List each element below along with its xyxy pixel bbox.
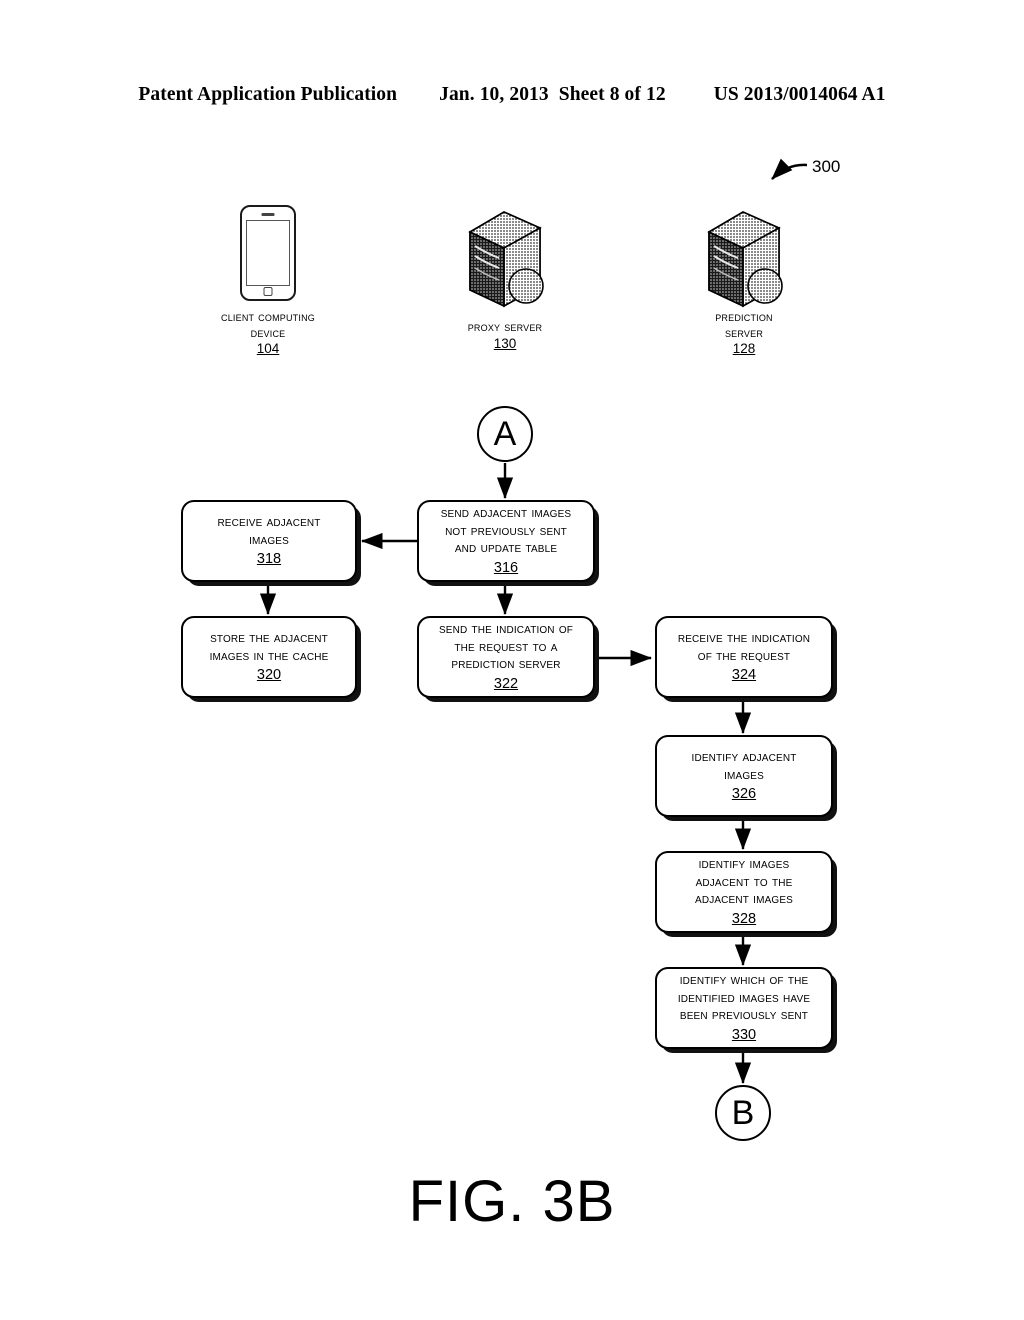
process-box-316: Send Adjacent Images not Previously Sent…: [417, 500, 595, 582]
process-box-330-text: Identify which of the Identified Images …: [678, 972, 810, 1025]
smartphone-screen: [246, 220, 290, 286]
figure-title: FIG. 3B: [408, 1169, 616, 1234]
node-label-line: Prediction: [715, 309, 773, 324]
process-box-318-text: Receive Adjacent Images: [217, 514, 320, 549]
process-text-line: of the Request: [697, 647, 791, 664]
process-box-328-number: 328: [731, 910, 757, 927]
process-box-320-text: Store the Adjacent Images in the Cache: [210, 630, 329, 665]
node-number-128: 128: [732, 341, 756, 356]
smartphone-home-button-icon: [263, 287, 273, 296]
process-text-line: Images: [249, 531, 289, 548]
process-box-330-number: 330: [731, 1026, 757, 1043]
process-box-326-number: 326: [731, 786, 757, 802]
process-box-320-number: 320: [256, 667, 282, 683]
process-box-316-number: 316: [493, 559, 519, 576]
process-box-322-text: Send the Indication of the Request to a …: [439, 621, 573, 674]
node-label-proxy-server: Proxy Server 130: [425, 319, 585, 351]
node-label-line: Client Computing: [221, 309, 315, 324]
process-box-324-text: Receive the Indication of the Request: [678, 630, 810, 665]
node-label-line: Proxy Server: [467, 319, 543, 334]
node-number-130: 130: [493, 335, 517, 351]
server-tower-icon-prediction-slot: [701, 205, 787, 301]
process-box-318: Receive Adjacent Images 318: [181, 500, 357, 582]
smartphone-icon: [240, 205, 296, 301]
connector-b-label: B: [731, 1094, 755, 1132]
process-box-330: Identify which of the Identified Images …: [655, 967, 833, 1049]
process-box-326: Identify Adjacent Images 326: [655, 735, 833, 817]
process-text-line: Adjacent to the: [695, 873, 793, 890]
node-number-104: 104: [256, 341, 280, 356]
process-box-326-text: Identify Adjacent Images: [692, 749, 797, 784]
process-box-324-number: 324: [731, 667, 757, 683]
process-box-322: Send the Indication of the Request to a …: [417, 616, 595, 698]
reference-leader-300: [771, 158, 808, 180]
process-box-324: Receive the Indication of the Request 32…: [655, 616, 833, 698]
process-text-line: Receive the Indication: [677, 630, 811, 646]
process-box-316-text: Send Adjacent Images not Previously Sent…: [441, 505, 572, 558]
process-text-line: Identify Images: [698, 856, 790, 873]
process-box-320: Store the Adjacent Images in the Cache 3…: [181, 616, 357, 698]
process-text-line: Send the Indication of: [438, 621, 574, 638]
process-text-line: Receive Adjacent: [217, 514, 321, 530]
node-label-line: Server: [724, 324, 764, 340]
process-text-line: and Update Table: [454, 540, 558, 557]
server-tower-icon-proxy-slot: [462, 205, 548, 301]
node-label-prediction-server: Prediction Server 128: [664, 309, 824, 357]
process-text-line: Identify Adjacent: [691, 749, 797, 765]
process-text-line: been Previously sent: [679, 1007, 809, 1024]
node-label-line: Device: [250, 324, 286, 340]
process-text-line: Images in the Cache: [209, 647, 329, 664]
process-text-line: Prediction Server: [451, 656, 561, 673]
process-text-line: Adjacent Images: [695, 891, 793, 908]
process-text-line: Identified Images have: [677, 989, 811, 1006]
connector-a-label: A: [493, 415, 517, 453]
process-box-322-number: 322: [493, 675, 519, 692]
process-text-line: Send Adjacent Images: [440, 505, 572, 522]
process-text-line: not Previously Sent: [445, 522, 567, 539]
process-text-line: Identify which of the: [679, 972, 809, 989]
node-prediction-server: Prediction Server 128: [664, 205, 824, 357]
process-box-328-text: Identify Images Adjacent to the Adjacent…: [695, 856, 793, 909]
smartphone-speaker-icon: [261, 213, 275, 216]
process-text-line: Images: [724, 766, 764, 783]
connector-b: B: [715, 1085, 771, 1141]
process-box-318-number: 318: [256, 551, 282, 567]
process-text-line: Store the Adjacent: [210, 630, 328, 646]
process-box-328: Identify Images Adjacent to the Adjacent…: [655, 851, 833, 933]
figure-3b: 300 Client Computing Device 104 Proxy Se…: [0, 0, 1024, 1320]
process-text-line: the Request to a: [454, 638, 558, 655]
connector-a: A: [477, 406, 533, 462]
node-proxy-server: Proxy Server 130: [425, 205, 585, 351]
node-client-computing-device: Client Computing Device 104: [188, 205, 348, 357]
reference-numeral-300: 300: [812, 157, 841, 176]
node-label-client-computing-device: Client Computing Device 104: [188, 309, 348, 357]
